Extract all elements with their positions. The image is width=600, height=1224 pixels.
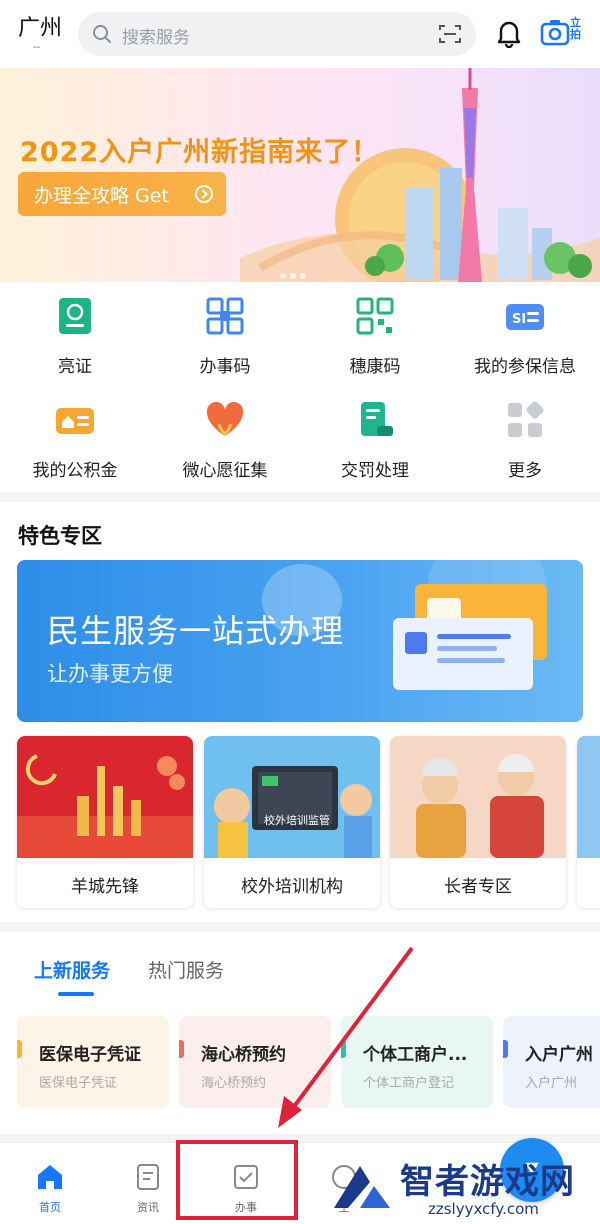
watermark-url: zzslyyxcfy.com xyxy=(428,1200,539,1218)
annotation-arrow xyxy=(278,946,414,1128)
annotation-highlight-box xyxy=(176,1140,298,1220)
watermark: 智者游戏网 zzslyyxcfy.com xyxy=(330,1150,600,1224)
watermark-name: 智者游戏网 xyxy=(400,1162,575,1202)
app-screen: 广州 -- 搜索服务 立拍 2022入户广州新指南来了！ 办理全攻略 Get 亮… xyxy=(0,0,600,1224)
watermark-logo-icon xyxy=(334,1166,390,1208)
